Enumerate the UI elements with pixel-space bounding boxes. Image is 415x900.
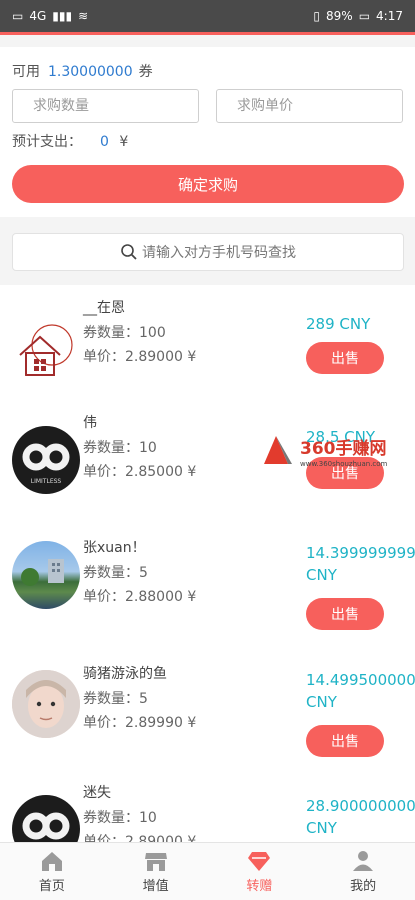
shop-icon: [144, 852, 167, 871]
offer-list: __在恩 券数量：100 单价：2.89000 ¥ 289 CNY 出售 LIM…: [0, 285, 415, 842]
person-photo-icon: [12, 670, 80, 738]
offer-amount-unit: CNY: [306, 566, 337, 584]
vibrate-icon: ▯: [313, 9, 321, 23]
coupon-quantity: 券数量：10: [83, 810, 157, 826]
watermark-logo: 360手赚网 www.360shouzhuan.com: [262, 432, 412, 472]
offer-amount-value: 289 CNY: [306, 315, 371, 333]
coupon-quantity: 券数量：10: [83, 440, 157, 456]
unit-price: 单价：2.89000 ¥: [83, 834, 197, 842]
available-value: 1.30000000: [48, 64, 133, 80]
offer-amount-value: 14.3999999999: [306, 544, 415, 562]
confirm-buy-button[interactable]: 确定求购: [12, 165, 404, 203]
status-bar: ▭ 4G ▮▮▮ ≋ ▯ 89% ▭ 4:17: [0, 0, 415, 32]
sell-button[interactable]: 出售: [306, 342, 384, 374]
tab-home[interactable]: 首页: [0, 843, 104, 900]
infinity-logo-icon: LIMITLESS: [22, 443, 70, 485]
avatar: [12, 541, 80, 609]
sell-button[interactable]: 出售: [306, 725, 384, 757]
buy-card: 可用 1.30000000 券 预计支出： 0 ¥ 确定求购: [0, 47, 415, 217]
offer-amount-value: 28.9000000000: [306, 797, 415, 815]
search-icon: [121, 244, 137, 260]
list-item: 迷失 券数量：10 单价：2.89000 ¥ 28.9000000000 CNY: [0, 785, 415, 842]
unit-price: 单价：2.89000 ¥: [83, 349, 197, 365]
estimate-unit: ¥: [119, 134, 129, 150]
user-name: 骑猪游泳的鱼: [83, 666, 167, 682]
offer-amount-value: 14.4995000000: [306, 671, 415, 689]
tab-label: 我的: [350, 878, 377, 894]
offer-amount-unit: CNY: [306, 693, 337, 711]
estimated-cost: 预计支出： 0 ¥: [12, 131, 128, 151]
bottom-tab-bar: 首页 增值 转赠 我的: [0, 842, 415, 900]
battery-percent: 89%: [326, 9, 353, 23]
unit-price: 单价：2.85000 ¥: [83, 464, 197, 480]
tab-label: 增值: [142, 878, 169, 894]
battery-icon: ▭: [358, 9, 371, 23]
watermark-title: 360手赚网: [300, 438, 387, 459]
offer-amount: 14.3999999999 CNY: [306, 542, 415, 586]
coupon-quantity: 券数量：100: [83, 325, 166, 341]
watermark-url: www.360shouzhuan.com: [300, 460, 388, 468]
user-name: 张xuan！: [83, 540, 146, 556]
header-accent-line: [0, 32, 415, 35]
offer-amount-unit: CNY: [306, 819, 337, 837]
buy-quantity-input[interactable]: [12, 89, 199, 123]
tab-profile[interactable]: 我的: [311, 843, 415, 900]
unit-price: 单价：2.88000 ¥: [83, 589, 197, 605]
avatar: [12, 795, 80, 842]
user-name: __在恩: [83, 300, 125, 316]
house-icon: [19, 324, 73, 376]
landscape-photo-icon: [21, 559, 64, 586]
search-placeholder: 请输入对方手机号码查找: [142, 245, 296, 261]
estimate-value: 0: [100, 134, 109, 150]
sell-button[interactable]: 出售: [306, 598, 384, 630]
coupon-quantity: 券数量：5: [83, 565, 148, 581]
available-label: 可用: [12, 64, 40, 80]
offer-amount: 289 CNY: [306, 313, 415, 335]
user-name: 迷失: [83, 785, 111, 801]
phone-search-bar[interactable]: 请输入对方手机号码查找: [12, 233, 404, 271]
user-name: 伟: [83, 415, 97, 431]
signal-label: 4G: [29, 9, 47, 23]
buy-price-input[interactable]: [216, 89, 403, 123]
list-item: 骑猪游泳的鱼 券数量：5 单价：2.89990 ¥ 14.4995000000 C…: [0, 660, 415, 785]
avatar-logo-text: LIMITLESS: [31, 478, 62, 485]
tab-label: 转赠: [246, 878, 273, 894]
coupon-quantity: 券数量：5: [83, 691, 148, 707]
avatar: LIMITLESS: [12, 426, 80, 494]
list-item: LIMITLESS 伟 券数量：10 单价：2.85000 ¥ 28.5 CNY…: [0, 410, 415, 535]
avatar: [12, 315, 80, 383]
gem-icon: [248, 851, 271, 871]
available-unit: 券: [138, 64, 153, 80]
offer-amount: 28.9000000000 CNY: [306, 795, 415, 839]
user-icon: [353, 850, 374, 871]
list-item: 张xuan！ 券数量：5 单价：2.88000 ¥ 14.3999999999 C…: [0, 535, 415, 660]
sim-icon: ▭: [12, 9, 24, 23]
pyramid-logo-icon: 360手赚网 www.360shouzhuan.com: [264, 436, 388, 468]
offer-amount: 14.4995000000 CNY: [306, 669, 415, 713]
tab-transfer[interactable]: 转赠: [208, 843, 312, 900]
wifi-icon: ≋: [78, 9, 89, 23]
tab-value-added[interactable]: 增值: [104, 843, 208, 900]
signal-icon: ▮▮▮: [52, 9, 73, 23]
available-balance: 可用 1.30000000 券: [12, 61, 153, 81]
avatar: [12, 670, 80, 738]
infinity-logo-icon: [22, 812, 70, 840]
home-icon: [41, 851, 62, 871]
list-item: __在恩 券数量：100 单价：2.89000 ¥ 289 CNY 出售: [0, 285, 415, 410]
clock: 4:17: [376, 9, 403, 23]
estimate-label: 预计支出：: [12, 134, 82, 150]
tab-label: 首页: [38, 878, 65, 894]
unit-price: 单价：2.89990 ¥: [83, 715, 197, 731]
